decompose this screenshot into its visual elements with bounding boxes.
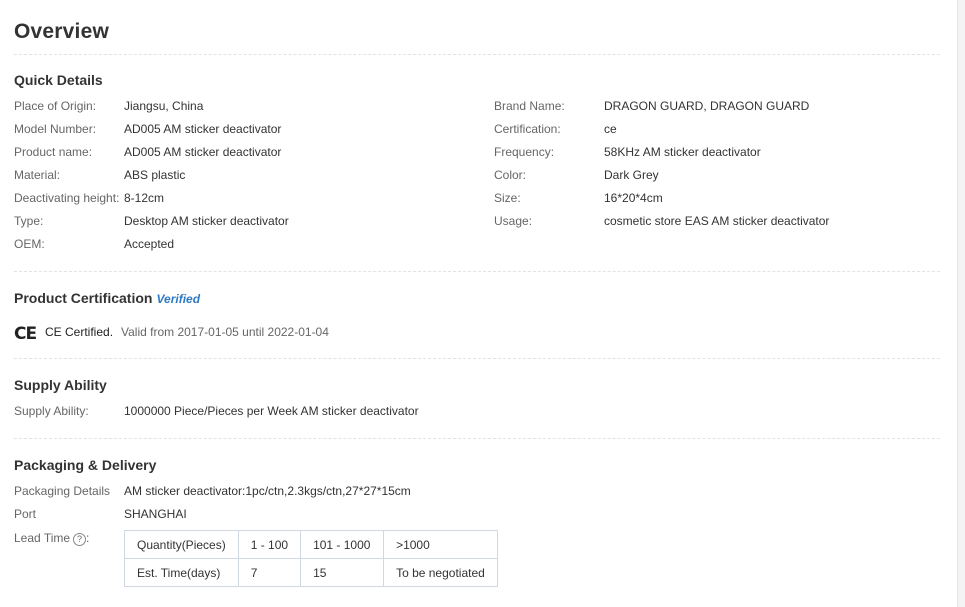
verified-badge[interactable]: Verified [156, 292, 200, 306]
divider [14, 438, 940, 439]
table-row: Quantity(Pieces) 1 - 100 101 - 1000 >100… [124, 530, 499, 559]
detail-value: DRAGON GUARD, DRAGON GUARD [604, 99, 810, 113]
detail-label: Product name: [14, 145, 93, 159]
supply-label: Supply Ability: [14, 404, 89, 418]
packaging-details-value: AM sticker deactivator:1pc/ctn,2.3kgs/ct… [124, 484, 411, 498]
detail-label: Brand Name: [494, 99, 565, 113]
supply-value: 1000000 Piece/Pieces per Week AM sticker… [124, 404, 419, 418]
table-cell: 101 - 1000 [300, 530, 385, 559]
port-value: SHANGHAI [124, 507, 187, 521]
lead-time-colon: : [86, 531, 90, 545]
lead-time-label: Lead Time?: [14, 531, 89, 546]
table-row: Est. Time(days) 7 15 To be negotiated [124, 558, 499, 587]
table-cell: 7 [237, 558, 302, 587]
detail-value: 58KHz AM sticker deactivator [604, 145, 761, 159]
port-label: Port [14, 507, 37, 521]
detail-label: Color: [494, 168, 527, 182]
packaging-heading: Packaging & Delivery [14, 457, 157, 473]
certificate-name[interactable]: CE Certified. [45, 325, 113, 339]
detail-label: Frequency: [494, 145, 555, 159]
help-circle-icon[interactable]: ? [73, 533, 87, 546]
ce-mark-icon: CE [14, 324, 37, 344]
detail-value: Desktop AM sticker deactivator [124, 214, 289, 228]
detail-label: Size: [494, 191, 521, 205]
lead-time-table: Quantity(Pieces) 1 - 100 101 - 1000 >100… [124, 530, 499, 587]
detail-value: Dark Grey [604, 168, 659, 182]
detail-label: Material: [14, 168, 61, 182]
lead-time-label-text: Lead Time [14, 531, 71, 545]
certification-heading: Product Certification Verified [14, 290, 200, 306]
supply-heading: Supply Ability [14, 377, 107, 393]
product-overview-page: Overview Quick Details Place of Origin: … [0, 0, 965, 607]
page-title: Overview [14, 20, 109, 43]
detail-label: Certification: [494, 122, 561, 136]
detail-label: Deactivating height: [14, 191, 120, 205]
scrollbar[interactable] [957, 0, 965, 607]
divider [14, 358, 940, 359]
table-cell: To be negotiated [383, 558, 499, 587]
quick-details-heading: Quick Details [14, 72, 103, 88]
divider [14, 271, 940, 272]
detail-label: Place of Origin: [14, 99, 97, 113]
detail-value: Accepted [124, 237, 175, 251]
table-cell: >1000 [383, 530, 499, 559]
table-cell: Quantity(Pieces) [124, 530, 239, 559]
detail-label: Usage: [494, 214, 533, 228]
detail-value: AD005 AM sticker deactivator [124, 122, 282, 136]
detail-value: ce [604, 122, 617, 136]
detail-label: Type: [14, 214, 44, 228]
certification-heading-text: Product Certification [14, 290, 153, 306]
table-cell: Est. Time(days) [124, 558, 239, 587]
detail-value: AD005 AM sticker deactivator [124, 145, 282, 159]
detail-label: Model Number: [14, 122, 97, 136]
table-cell: 15 [300, 558, 385, 587]
divider [14, 54, 940, 55]
detail-label: OEM: [14, 237, 45, 251]
packaging-details-label: Packaging Details [14, 484, 111, 498]
detail-value: 8-12cm [124, 191, 165, 205]
detail-value: ABS plastic [124, 168, 186, 182]
table-cell: 1 - 100 [237, 530, 302, 559]
detail-value: 16*20*4cm [604, 191, 663, 205]
certificate-validity: Valid from 2017-01-05 until 2022-01-04 [121, 325, 329, 339]
detail-value: cosmetic store EAS AM sticker deactivato… [604, 214, 830, 228]
detail-value: Jiangsu, China [124, 99, 204, 113]
